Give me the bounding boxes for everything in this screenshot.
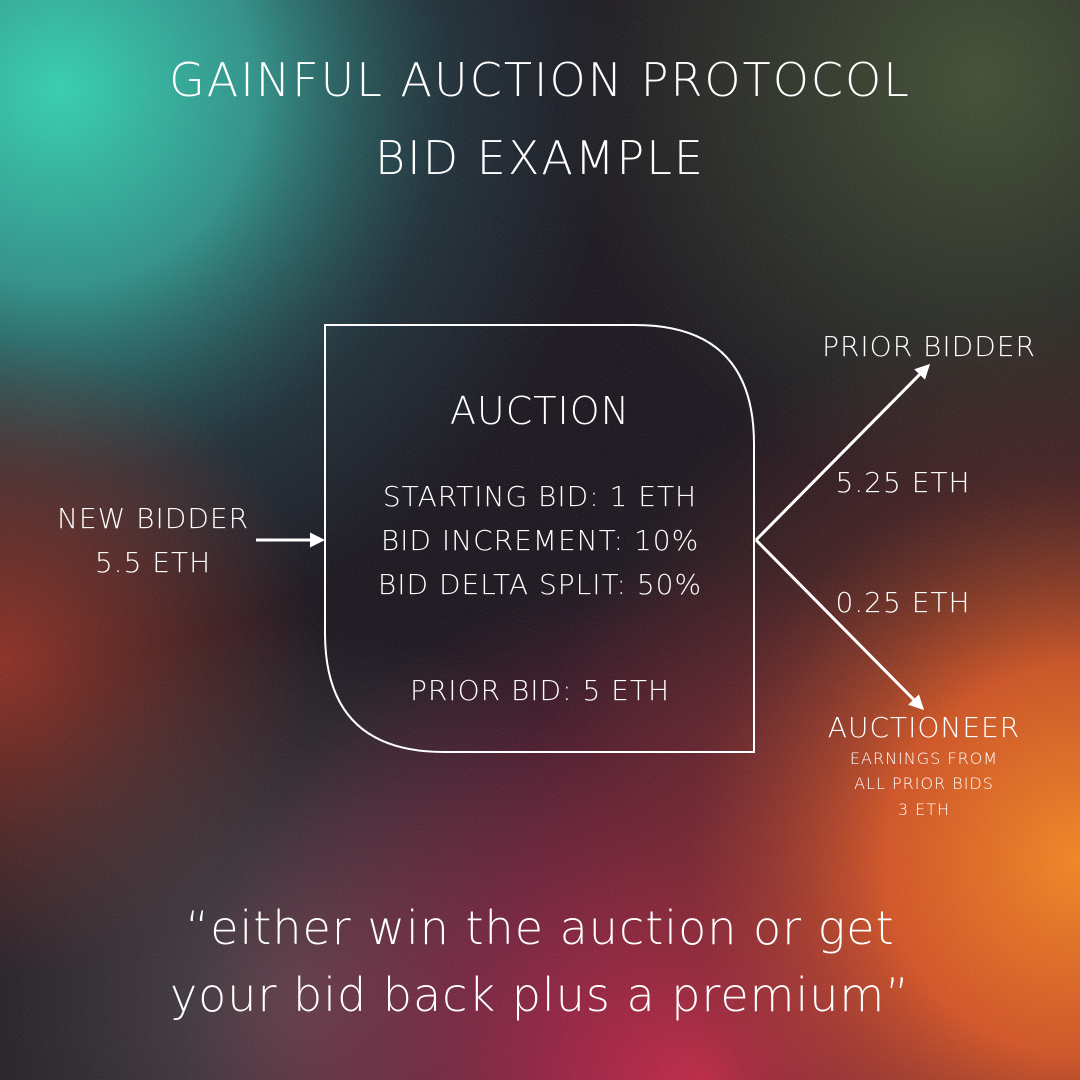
new-bidder-label: NEW BIDDER [56,502,250,535]
auctioneer-earnings-line-1: EARNINGS FROM [849,749,999,768]
prior-bid: PRIOR BID: 5 ETH [409,674,671,707]
arrow-up-right-icon [754,363,931,542]
prior-bidder-amount: 5.25 ETH [835,466,971,499]
quote-line-2: your bid back plus a premium” [169,968,911,1022]
new-bidder-amount: 5.5 ETH [94,546,212,579]
auction-heading: AUCTION [449,389,631,433]
quote-line-1: “either win the auction or get [185,901,895,955]
auctioneer-earnings-value: 3 ETH [897,800,951,819]
bid-delta-split: BID DELTA SPLIT: 50% [377,568,703,601]
starting-bid: STARTING BID: 1 ETH [382,480,698,513]
arrow-down-right-icon [754,538,925,711]
bid-increment: BID INCREMENT: 10% [380,524,700,557]
auctioneer-earnings-line-2: ALL PRIOR BIDS [854,774,994,793]
prior-bidder-label: PRIOR BIDDER [822,330,1036,363]
auctioneer-amount: 0.25 ETH [835,586,971,619]
auctioneer-label: AUCTIONEER [827,711,1021,744]
